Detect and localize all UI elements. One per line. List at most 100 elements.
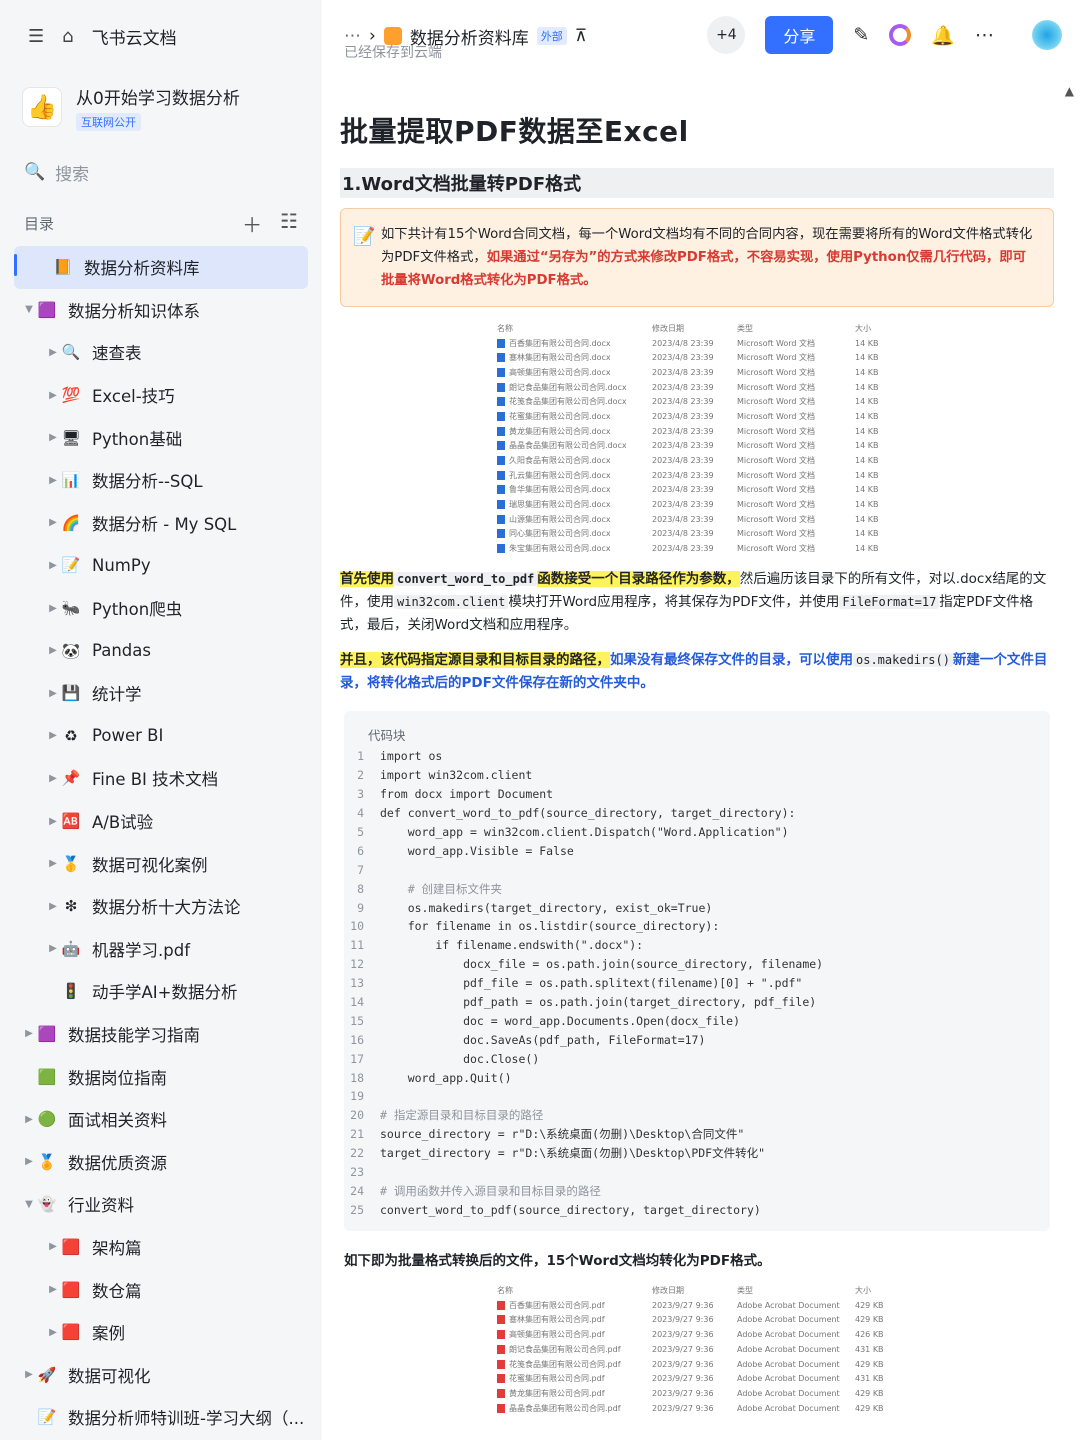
chevron-right-icon[interactable]: ▶ (46, 1284, 60, 1295)
line-number: 1 (357, 749, 364, 764)
collaborators-count[interactable]: +4 (707, 16, 746, 54)
sidebar-item[interactable]: ▶ 🟥 案例 (0, 1311, 322, 1354)
sidebar-item[interactable]: ▶ 🐜 Python爬虫 (0, 587, 322, 630)
page-icon: 🌈 (61, 513, 81, 532)
code-text: pdf_file = os.path.splitext(filename)[0]… (380, 976, 803, 991)
sidebar-item[interactable]: ▶ 🥇 数据可视化案例 (0, 842, 322, 885)
sidebar-item[interactable]: 🚦 动手学AI+数据分析 (0, 970, 322, 1013)
sidebar-item[interactable]: ▶ 🚀 数据可视化 (0, 1353, 322, 1396)
chevron-right-icon[interactable]: ▶ (46, 517, 60, 528)
sidebar-item[interactable]: ▶ ❇ 数据分析十大方法论 (0, 885, 322, 928)
chevron-right-icon[interactable]: ▶ (22, 1156, 36, 1167)
bell-icon[interactable]: 🔔 (931, 24, 955, 47)
sidebar-item[interactable]: ▼ 👻 行业资料 (0, 1183, 322, 1226)
chevron-right-icon[interactable]: ▶ (46, 560, 60, 571)
section-heading: 1.Word文档批量转PDF格式 (340, 168, 1054, 198)
chevron-right-icon[interactable]: ▶ (46, 432, 60, 443)
sidebar-item[interactable]: ▶ ♻ Power BI (0, 715, 322, 758)
file-date: 2023/4/8 23:39 (652, 456, 714, 466)
file-date: 2023/4/8 23:39 (652, 367, 714, 377)
chevron-right-icon[interactable]: ▶ (46, 816, 60, 827)
code-line: 8 # 创建目标文件夹 (344, 879, 1050, 898)
scroll-up-icon[interactable]: ▲ (1065, 84, 1074, 98)
toc-label: 目录 (24, 214, 55, 233)
column-header: 类型 (737, 323, 753, 333)
sidebar-item[interactable]: ▼ 🟪 数据分析知识体系 (0, 289, 322, 332)
page-icon: 🟥 (61, 1237, 81, 1256)
line-number: 8 (357, 881, 364, 896)
chevron-right-icon[interactable]: ▶ (46, 730, 60, 741)
chevron-right-icon[interactable]: ▶ (46, 347, 60, 358)
sidebar-item[interactable]: 📝 数据分析师特训班-学习大纲（... (0, 1396, 322, 1439)
chevron-right-icon[interactable]: ▶ (22, 1028, 36, 1039)
word-file-icon (497, 441, 505, 451)
chevron-right-icon[interactable]: ▶ (46, 1241, 60, 1252)
sidebar-item-label: 架构篇 (92, 1238, 142, 1258)
sidebar-item[interactable]: ▶ 🟪 数据技能学习指南 (0, 1013, 322, 1056)
sidebar-item[interactable]: ▶ 🐼 Pandas (0, 629, 322, 672)
sidebar-item[interactable]: ▶ 🏅 数据优质资源 (0, 1140, 322, 1183)
file-date: 2023/4/8 23:39 (652, 338, 714, 348)
file-name: 百香集团有限公司合同.docx (497, 338, 652, 349)
sidebar-item[interactable]: ▶ 💯 Excel-技巧 (0, 374, 322, 417)
chevron-right-icon[interactable]: ▶ (46, 390, 60, 401)
chevron-right-icon[interactable]: ▶ (22, 1114, 36, 1125)
line-number: 18 (350, 1070, 364, 1085)
sidebar-item[interactable]: ▶ 🟢 面试相关资料 (0, 1098, 322, 1141)
sidebar-item[interactable]: ▶ 🟥 数仓篇 (0, 1268, 322, 1311)
chevron-right-icon[interactable]: ▶ (46, 773, 60, 784)
chevron-right-icon[interactable]: ▶ (46, 901, 60, 912)
chevron-right-icon[interactable]: ▶ (46, 475, 60, 486)
sidebar-item[interactable]: ▶ 💾 统计学 (0, 672, 322, 715)
list-icon[interactable]: ☷ (280, 209, 298, 238)
sidebar-item[interactable]: ▶ 🖥 Python基础 (0, 416, 322, 459)
pdf-files-screenshot: 名称 修改日期 类型 大小 百香集团有限公司合同.pdf 2023/9/27 9:36 Ad… (497, 1283, 897, 1415)
code-block[interactable]: 代码块 1 import os 2 import win32com.client 3 fr… (344, 711, 1050, 1232)
chevron-right-icon[interactable]: ▶ (46, 1327, 60, 1338)
sidebar-item[interactable]: ▶ 📌 Fine BI 技术文档 (0, 757, 322, 800)
sidebar-item[interactable]: ▶ 🤖 机器学习.pdf (0, 928, 322, 971)
line-number: 21 (350, 1127, 364, 1142)
chevron-right-icon[interactable]: ▶ (46, 943, 60, 954)
note-icon: 📝 (353, 226, 376, 247)
sidebar-item[interactable]: ▶ 🟥 架构篇 (0, 1226, 322, 1269)
search-input[interactable]: 🔍 搜索 (14, 152, 308, 192)
page-icon: 🐼 (61, 641, 81, 660)
file-type: Microsoft Word 文档 (737, 529, 816, 539)
page-icon: 📙 (53, 258, 73, 277)
workspace-logo-icon: 👍 (22, 87, 62, 127)
sidebar-item[interactable]: ▶ 🌈 数据分析 - My SQL (0, 502, 322, 545)
code-text: for filename in os.listdir(source_direct… (380, 919, 720, 934)
file-size: 14 KB (855, 441, 879, 451)
chevron-right-icon[interactable]: ▶ (46, 645, 60, 656)
chevron-down-icon[interactable]: ▼ (22, 1199, 36, 1210)
chevron-right-icon[interactable]: ▶ (46, 603, 60, 614)
chevron-right-icon[interactable]: ▶ (22, 1369, 36, 1380)
sidebar-item[interactable]: ▶ 🆎 A/B试验 (0, 800, 322, 843)
collapse-sidebar-icon[interactable]: ☰ (28, 26, 44, 47)
file-date: 2023/4/8 23:39 (652, 500, 714, 510)
home-icon[interactable]: ⌂ (62, 26, 73, 47)
pin-icon[interactable]: ⊼ (575, 26, 587, 46)
avatar[interactable] (1032, 20, 1062, 50)
chevron-right-icon[interactable]: ▶ (46, 688, 60, 699)
file-name: 朗记食品集团有限公司合同.docx (497, 382, 652, 393)
line-number: 20 (350, 1108, 364, 1123)
sidebar-item[interactable]: 🟩 数据岗位指南 (0, 1055, 322, 1098)
chevron-right-icon[interactable]: ▶ (46, 858, 60, 869)
sidebar-item[interactable]: ▶ 📊 数据分析--SQL (0, 459, 322, 502)
chevron-down-icon[interactable]: ▼ (22, 304, 36, 315)
ai-assistant-icon[interactable] (889, 24, 912, 46)
add-icon[interactable]: ＋ (242, 209, 262, 238)
sidebar-item[interactable]: ▶ 🔍 速查表 (0, 331, 322, 374)
sidebar-item[interactable]: 📙 数据分析资料库 (14, 246, 308, 289)
page-icon: 🟢 (37, 1110, 57, 1129)
workspace-header[interactable]: 👍 从0开始学习数据分析 互联网公开 (0, 72, 322, 142)
sidebar-item[interactable]: ▶ 📝 NumPy (0, 544, 322, 587)
sidebar-item-label: A/B试验 (92, 813, 154, 833)
edit-icon[interactable]: ✎ (853, 24, 869, 46)
share-button[interactable]: 分享 (765, 16, 834, 54)
code-line: 6 word_app.Visible = False (344, 841, 1050, 860)
more-icon[interactable]: ⋯ (975, 24, 994, 46)
table-row: 朗记食品集团有限公司合同.docx 2023/4/8 23:39 Microsoft… (497, 380, 897, 395)
